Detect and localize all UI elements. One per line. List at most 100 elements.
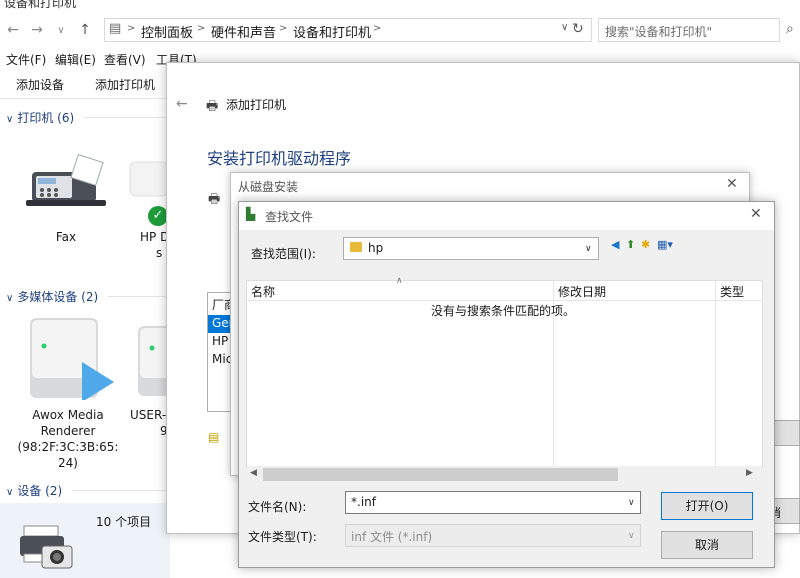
back-icon[interactable]: ← <box>4 22 22 38</box>
menu-file[interactable]: 文件(F) <box>6 51 46 68</box>
collapse-chevron-icon: ∨ <box>6 114 14 125</box>
filename-label: 文件名(N): <box>248 500 307 514</box>
menu-view[interactable]: 查看(V) <box>104 51 146 68</box>
file-list-header <box>247 281 762 301</box>
printer-small-icon: 🖶 <box>206 99 219 114</box>
group-label-multimedia: 多媒体设备 (2) <box>17 290 99 304</box>
fax-icon <box>26 153 106 206</box>
up-folder-icon[interactable]: ⬆ <box>626 238 635 251</box>
forward-icon[interactable]: → <box>28 22 46 38</box>
address-dropdown-icon[interactable]: ∨ <box>561 22 568 33</box>
look-in-label: 查找范围(I): <box>251 247 316 261</box>
device-label-awox-4: 24) <box>58 456 78 470</box>
breadcrumb-separator-icon: > <box>373 23 382 34</box>
search-input[interactable]: 搜索"设备和打印机" <box>598 18 780 42</box>
empty-message: 没有与搜索条件匹配的项。 <box>431 304 576 318</box>
sort-up-icon: ∧ <box>396 276 403 286</box>
item-count: 10 个项目 <box>96 515 152 529</box>
device-label-awox-1: Awox Media <box>32 408 104 422</box>
recent-chevron-icon[interactable]: ∨ <box>52 25 70 36</box>
windows-update-button[interactable] <box>772 420 800 446</box>
wizard-back-icon[interactable]: ← <box>176 96 188 112</box>
find-dialog-title: 查找文件 <box>265 210 314 224</box>
look-in-select[interactable]: hp ∨ <box>343 237 599 260</box>
group-divider <box>108 296 166 297</box>
add-device-button[interactable]: 添加设备 <box>16 76 64 93</box>
group-divider <box>72 490 166 491</box>
breadcrumb-devices-printers[interactable]: 设备和打印机 <box>293 22 371 41</box>
cancel-button[interactable]: 取消 <box>661 531 753 559</box>
group-label-devices: 设备 (2) <box>17 484 63 498</box>
close-icon[interactable]: ✕ <box>750 206 762 222</box>
group-header-printers[interactable]: ∨ 打印机 (6) <box>6 109 74 126</box>
folder-icon <box>350 242 362 252</box>
filetype-select[interactable]: inf 文件 (*.inf) ∨ <box>345 524 641 547</box>
breadcrumb-hardware-sound[interactable]: 硬件和声音 <box>211 22 276 41</box>
devices-printers-status-icon <box>20 520 76 572</box>
breadcrumb-separator-icon: > <box>279 23 288 34</box>
column-date-modified[interactable]: 修改日期 <box>558 283 606 300</box>
window-title: 设备和打印机 <box>4 0 77 10</box>
scrollbar-thumb[interactable] <box>263 468 618 481</box>
chevron-down-icon[interactable]: ∨ <box>628 498 635 508</box>
group-header-multimedia[interactable]: ∨ 多媒体设备 (2) <box>6 288 98 305</box>
breadcrumb-separator-icon: > <box>127 23 136 34</box>
group-divider <box>84 117 166 118</box>
column-type[interactable]: 类型 <box>720 283 744 300</box>
media-server-icon <box>30 318 114 402</box>
group-label-printers: 打印机 (6) <box>17 111 75 125</box>
chevron-down-icon: ∨ <box>585 244 592 254</box>
collapse-chevron-icon: ∨ <box>6 293 14 304</box>
group-header-devices[interactable]: ∨ 设备 (2) <box>6 482 62 499</box>
breadcrumb-control-panel[interactable]: 控制面板 <box>141 22 193 41</box>
manufacturer-item-hp[interactable]: HP <box>212 334 228 348</box>
user-media-device[interactable] <box>138 326 178 398</box>
device-label-hp: HP D <box>140 230 170 244</box>
column-divider <box>715 281 716 467</box>
printer-small-icon: 🖶 <box>208 192 221 207</box>
open-button[interactable]: 打开(O) <box>661 492 753 520</box>
scroll-left-icon[interactable]: ◀ <box>250 468 257 478</box>
command-bar-divider <box>0 98 166 99</box>
search-placeholder: 搜索"设备和打印机" <box>605 25 713 39</box>
collapse-chevron-icon: ∨ <box>6 487 14 498</box>
view-menu-icon[interactable]: ▦▾ <box>657 238 673 251</box>
wizard-cancel-button[interactable]: 消 <box>769 498 800 524</box>
disk-dialog-title: 从磁盘安装 <box>238 180 299 194</box>
awox-media-device[interactable] <box>26 316 116 402</box>
control-panel-icon: ▤ <box>109 21 122 36</box>
column-name[interactable]: 名称 <box>251 283 275 300</box>
device-label-awox-3: (98:2F:3C:3B:65: <box>17 440 119 454</box>
add-printer-button[interactable]: 添加打印机 <box>95 76 155 93</box>
address-bar[interactable]: ▤ > 控制面板 > 硬件和声音 > 设备和打印机 > ∨ <box>104 18 592 42</box>
find-dialog-titlebar <box>239 202 774 230</box>
breadcrumb-separator-icon: > <box>197 23 206 34</box>
device-label-fax: Fax <box>55 230 77 244</box>
fax-device[interactable] <box>22 150 112 212</box>
printer-camera-icon <box>20 525 73 569</box>
new-folder-icon[interactable]: ✱ <box>641 238 650 251</box>
device-label-user: USER- <box>130 408 167 422</box>
refresh-icon[interactable]: ↻ <box>572 21 584 37</box>
title-bar: 设备和打印机 <box>0 0 800 14</box>
default-check-icon: ✓ <box>148 206 168 226</box>
back-icon[interactable]: ◀ <box>611 238 619 251</box>
filename-input[interactable]: *.inf ∨ <box>345 491 641 514</box>
up-icon[interactable]: ↑ <box>76 22 94 38</box>
filetype-label: 文件类型(T): <box>248 530 317 544</box>
signed-driver-icon: ▤ <box>208 430 220 444</box>
wizard-heading: 安装打印机驱动程序 <box>207 149 352 168</box>
look-in-value: hp <box>368 241 384 255</box>
chevron-down-icon: ∨ <box>628 531 635 541</box>
media-server-icon <box>138 326 178 396</box>
search-icon[interactable]: ⌕ <box>786 21 794 37</box>
scroll-right-icon[interactable]: ▶ <box>746 468 753 478</box>
menu-edit[interactable]: 编辑(E) <box>55 51 96 68</box>
device-label-awox-2: Renderer <box>40 424 96 438</box>
filetype-value: inf 文件 (*.inf) <box>351 530 433 544</box>
close-icon[interactable]: ✕ <box>726 176 738 192</box>
wizard-title: 添加打印机 <box>226 98 287 112</box>
device-label-hp-2: s <box>156 246 163 260</box>
filename-value: *.inf <box>351 495 376 509</box>
find-file-icon: ▙ <box>246 207 256 221</box>
